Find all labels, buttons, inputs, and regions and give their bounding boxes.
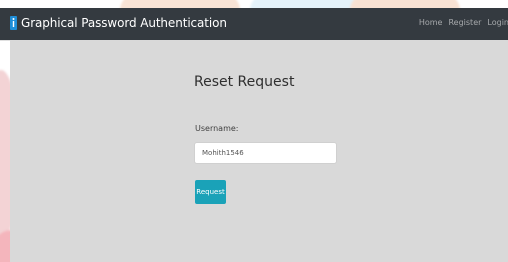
brand[interactable]: Graphical Password Authentication bbox=[10, 16, 227, 30]
app-screen: Graphical Password Authentication Home R… bbox=[0, 0, 508, 262]
nav-register-link[interactable]: Register bbox=[448, 18, 481, 28]
username-label: Username: bbox=[195, 124, 239, 133]
top-nav: Home Register Login bbox=[419, 18, 508, 28]
content-panel: Reset Request Username: Request bbox=[10, 40, 508, 262]
info-icon bbox=[10, 16, 17, 30]
nav-login-link[interactable]: Login bbox=[487, 18, 508, 28]
username-input[interactable] bbox=[194, 142, 337, 164]
brand-label: Graphical Password Authentication bbox=[21, 16, 227, 30]
page-title: Reset Request bbox=[194, 74, 295, 90]
request-button[interactable]: Request bbox=[195, 180, 226, 204]
nav-home-link[interactable]: Home bbox=[419, 18, 443, 28]
navbar: Graphical Password Authentication Home R… bbox=[0, 8, 508, 40]
